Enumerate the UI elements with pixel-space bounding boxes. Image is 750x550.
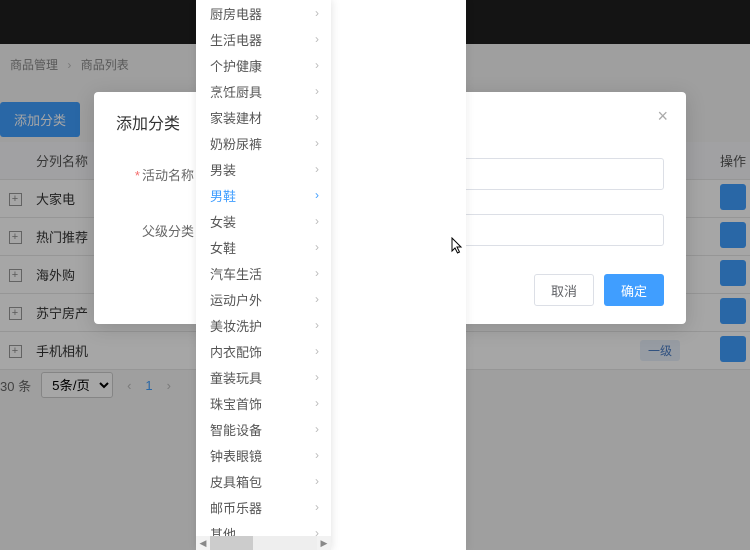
confirm-button[interactable]: 确定 [604,274,664,306]
cascader-item[interactable]: 珠宝首饰 › [196,390,331,416]
chevron-right-icon: › [315,474,319,488]
cascader-item-label: 汽车生活 [210,264,262,283]
chevron-right-icon: › [315,292,319,306]
cascader-item[interactable]: 女鞋 › [196,234,331,260]
chevron-right-icon: › [315,370,319,384]
cascader-item[interactable]: 邮币乐器 › [196,494,331,520]
field-label-name: *活动名称 [116,165,194,184]
cascader-item-label: 珠宝首饰 [210,394,262,413]
cascader-item[interactable]: 厨房电器 › [196,0,331,26]
cascader-item[interactable]: 童装玩具 › [196,364,331,390]
cascader-item[interactable]: 男装 › [196,156,331,182]
cascader-item-label: 皮具箱包 [210,472,262,491]
chevron-right-icon: › [315,448,319,462]
cascader-sub-panel [331,0,466,550]
cascader-item-label: 智能设备 [210,420,262,439]
cascader-item-label: 个护健康 [210,56,262,75]
cascader-item[interactable]: 智能设备 › [196,416,331,442]
cascader-item-label: 钟表眼镜 [210,446,262,465]
chevron-right-icon: › [315,214,319,228]
cascader-item-label: 内衣配饰 [210,342,262,361]
cascader-item[interactable]: 内衣配饰 › [196,338,331,364]
chevron-right-icon: › [315,110,319,124]
cascader-item[interactable]: 个护健康 › [196,52,331,78]
close-icon[interactable]: × [657,106,668,127]
chevron-right-icon: › [315,422,319,436]
cascader-item-label: 邮币乐器 [210,498,262,517]
cascader-item-label: 美妆洗护 [210,316,262,335]
chevron-right-icon: › [315,188,319,202]
chevron-right-icon: › [315,6,319,20]
chevron-right-icon: › [315,32,319,46]
cascader-item[interactable]: 生活电器 › [196,26,331,52]
cascader-item-label: 女装 [210,212,236,231]
cascader-item[interactable]: 家装建材 › [196,104,331,130]
cascader-item-label: 厨房电器 [210,4,262,23]
chevron-right-icon: › [315,344,319,358]
cascader-item[interactable]: 女装 › [196,208,331,234]
cascader-item[interactable]: 其他 › [196,520,331,536]
chevron-right-icon: › [315,526,319,536]
cascader-scrollbar[interactable]: ◀ ▶ [196,536,331,550]
cascader-item-label: 男鞋 [210,186,236,205]
cascader-item[interactable]: 钟表眼镜 › [196,442,331,468]
cascader-item-label: 奶粉尿裤 [210,134,262,153]
cascader-item[interactable]: 烹饪厨具 › [196,78,331,104]
chevron-right-icon: › [315,240,319,254]
cascader-item-label: 生活电器 [210,30,262,49]
cascader-item-label: 男装 [210,160,236,179]
chevron-right-icon: › [315,84,319,98]
cascader-item[interactable]: 美妆洗护 › [196,312,331,338]
chevron-right-icon: › [315,58,319,72]
cascader-item-label: 烹饪厨具 [210,82,262,101]
cascader-item-label: 童装玩具 [210,368,262,387]
cascader-item[interactable]: 汽车生活 › [196,260,331,286]
cancel-button[interactable]: 取消 [534,274,594,306]
cascader-item[interactable]: 男鞋 › [196,182,331,208]
chevron-right-icon: › [315,136,319,150]
cascader-item[interactable]: 皮具箱包 › [196,468,331,494]
cascader-item[interactable]: 运动户外 › [196,286,331,312]
cascader-panel: 厨房电器›生活电器›个护健康›烹饪厨具›家装建材›奶粉尿裤›男装›男鞋›女装›女… [196,0,331,550]
scroll-right-icon[interactable]: ▶ [317,536,331,550]
cascader-item-label: 其他 [210,524,236,537]
cascader-item-label: 女鞋 [210,238,236,257]
chevron-right-icon: › [315,396,319,410]
chevron-right-icon: › [315,162,319,176]
chevron-right-icon: › [315,500,319,514]
chevron-right-icon: › [315,318,319,332]
field-label-parent: 父级分类 [116,221,194,240]
scroll-left-icon[interactable]: ◀ [196,536,210,550]
cascader-item-label: 家装建材 [210,108,262,127]
cascader-item[interactable]: 奶粉尿裤 › [196,130,331,156]
cascader-item-label: 运动户外 [210,290,262,309]
chevron-right-icon: › [315,266,319,280]
